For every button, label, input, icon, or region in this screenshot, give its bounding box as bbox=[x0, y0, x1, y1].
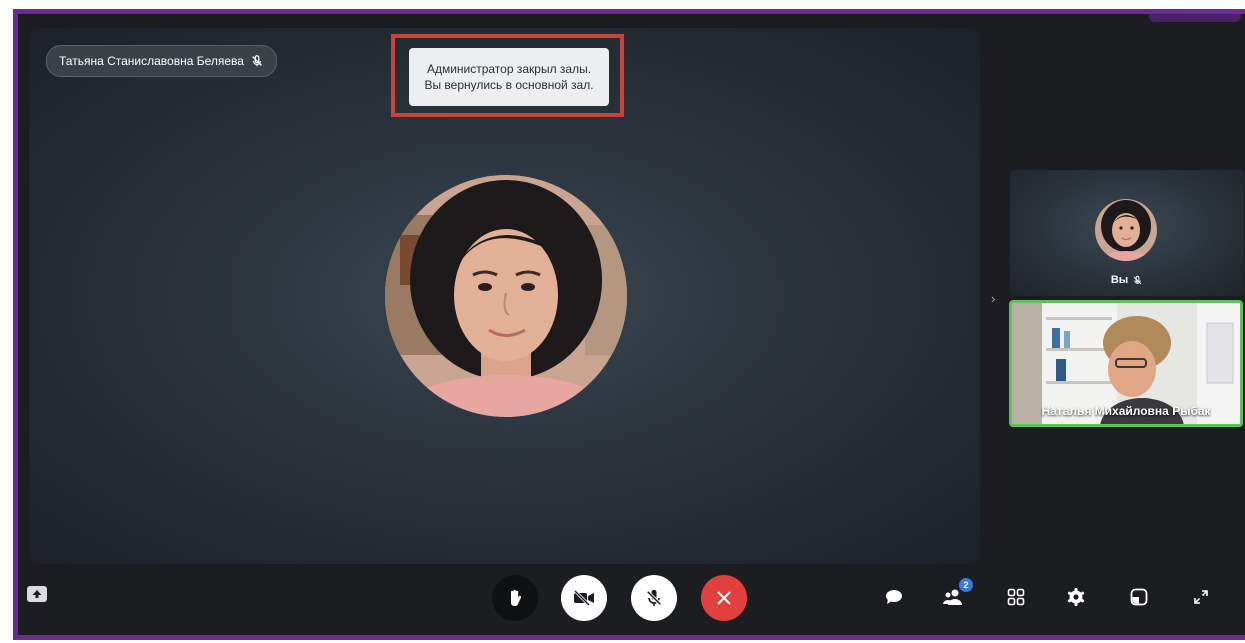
screen-share-icon bbox=[27, 586, 47, 602]
chat-icon bbox=[886, 590, 902, 604]
mic-off-icon bbox=[1133, 275, 1142, 284]
conference-window: Татьяна Станиславовна Беляева Администра… bbox=[13, 9, 1245, 640]
picture-in-picture-icon bbox=[1130, 588, 1148, 606]
self-video-tile[interactable]: Вы bbox=[1010, 170, 1244, 296]
notification-line2: Вы вернулись в основной зал. bbox=[424, 78, 594, 92]
raise-hand-button[interactable] bbox=[492, 575, 538, 621]
screen-share-button[interactable] bbox=[25, 582, 49, 606]
chat-button[interactable] bbox=[879, 582, 909, 612]
fullscreen-button[interactable] bbox=[1186, 582, 1216, 612]
participants-button[interactable]: 2 bbox=[939, 578, 973, 612]
remote-participant-name: Наталья Михайловна Рыбак bbox=[1041, 404, 1211, 418]
self-label: Вы bbox=[1010, 274, 1244, 286]
end-call-button[interactable] bbox=[701, 575, 747, 621]
grid-layout-button[interactable] bbox=[1001, 582, 1031, 612]
speaker-avatar bbox=[385, 175, 627, 417]
settings-button[interactable] bbox=[1061, 582, 1091, 612]
camera-off-icon bbox=[573, 590, 594, 606]
raise-hand-icon bbox=[511, 589, 522, 606]
self-name: Вы bbox=[1110, 274, 1129, 286]
grid-layout-icon bbox=[1007, 588, 1025, 606]
window-tab-decoration bbox=[1149, 14, 1241, 22]
rooms-closed-notification: Администратор закрыл залы. Вы вернулись … bbox=[409, 48, 609, 106]
speaker-name: Татьяна Станиславовна Беляева bbox=[59, 54, 244, 68]
mic-off-icon bbox=[646, 589, 662, 607]
mic-toggle-button[interactable] bbox=[631, 575, 677, 621]
fullscreen-icon bbox=[1194, 590, 1208, 604]
self-avatar bbox=[1095, 199, 1157, 261]
notification-line1: Администратор закрыл залы. bbox=[426, 62, 592, 76]
hang-up-icon bbox=[717, 591, 731, 605]
settings-icon bbox=[1067, 588, 1085, 606]
picture-in-picture-button[interactable] bbox=[1124, 582, 1154, 612]
sidebar-collapse-chevron-icon[interactable]: › bbox=[991, 291, 995, 306]
speaker-name-chip: Татьяна Станиславовна Беляева bbox=[46, 45, 277, 77]
remote-participant-tile[interactable]: Наталья Михайловна Рыбак bbox=[1009, 300, 1243, 427]
camera-toggle-button[interactable] bbox=[561, 575, 607, 621]
participants-count-badge: 2 bbox=[959, 578, 973, 592]
mic-off-icon bbox=[252, 55, 262, 67]
